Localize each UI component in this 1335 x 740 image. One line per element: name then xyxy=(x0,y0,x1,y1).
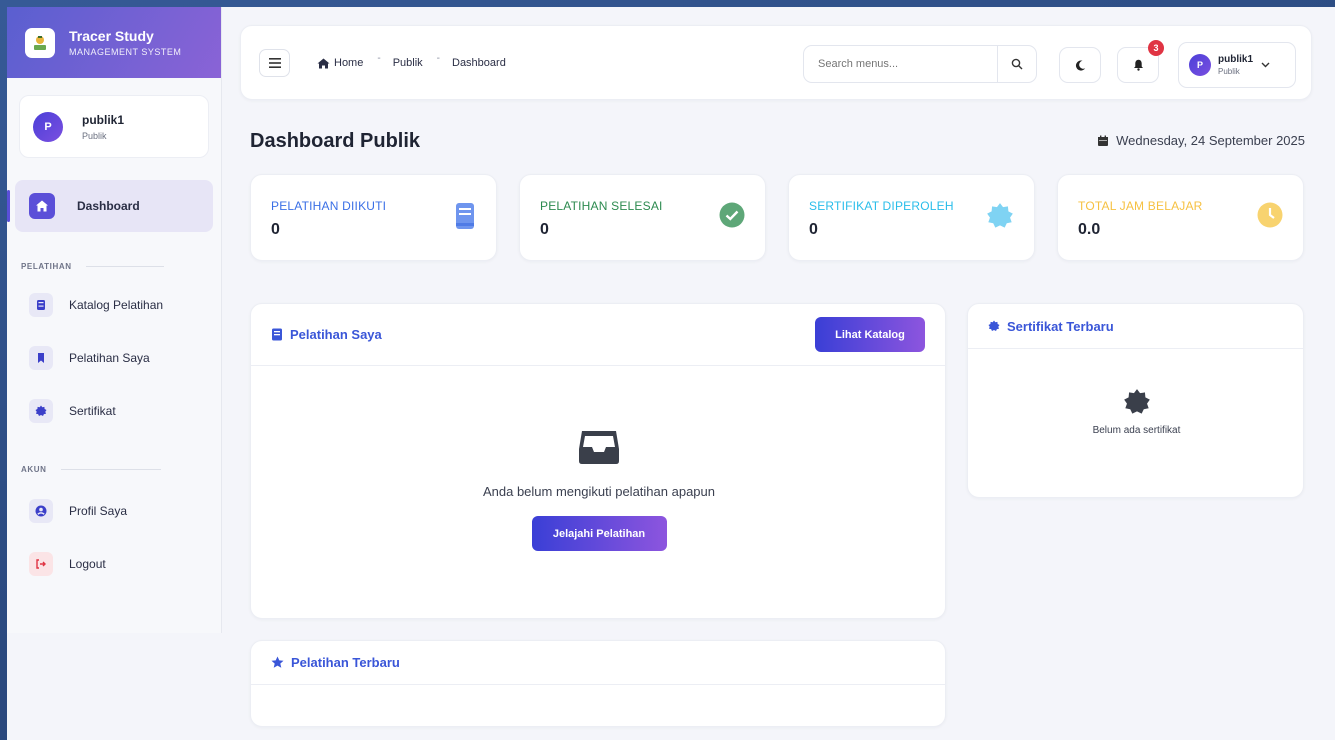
brand-header[interactable]: Tracer Study MANAGEMENT SYSTEM xyxy=(7,7,221,78)
profile-name: publik1 xyxy=(1218,54,1254,65)
certificate-icon xyxy=(1123,389,1150,414)
stat-card-sertifikat-diperoleh: SERTIFIKAT DIPEROLEH 0 xyxy=(788,174,1035,261)
sidebar-item-label: Logout xyxy=(69,557,106,571)
inbox-icon xyxy=(579,431,619,464)
home-icon xyxy=(29,193,55,219)
sidebar-item-profil-saya[interactable]: Profil Saya xyxy=(29,497,209,525)
certificate-icon xyxy=(988,320,1000,331)
empty-state-text: Belum ada sertifikat xyxy=(1092,425,1181,436)
stat-card-total-jam-belajar: TOTAL JAM BELAJAR 0.0 xyxy=(1057,174,1304,261)
panel-title: Pelatihan Terbaru xyxy=(291,655,400,670)
bookmark-icon xyxy=(29,346,53,370)
page-title: Dashboard Publik xyxy=(250,130,421,152)
stat-label: SERTIFIKAT DIPEROLEH xyxy=(809,199,954,213)
certificate-icon xyxy=(29,399,53,423)
sidebar-item-label: Profil Saya xyxy=(69,504,128,518)
theme-toggle-button[interactable] xyxy=(1059,47,1101,83)
notification-badge: 3 xyxy=(1148,40,1164,56)
sidebar-user-card: P publik1 Publik xyxy=(19,95,209,158)
avatar: P xyxy=(1189,54,1211,76)
my-training-panel: Pelatihan Saya Lihat Katalog Anda belum … xyxy=(250,303,946,619)
explore-training-button[interactable]: Jelajahi Pelatihan xyxy=(531,516,667,551)
brand-logo xyxy=(25,27,55,58)
sidebar-item-logout[interactable]: Logout xyxy=(29,550,209,578)
certificate-icon xyxy=(987,203,1013,228)
user-circle-icon xyxy=(29,499,53,523)
logout-icon xyxy=(29,552,53,576)
user-role: Publik xyxy=(82,130,107,141)
stat-value: 0 xyxy=(271,221,280,238)
current-date: Wednesday, 24 September 2025 xyxy=(1097,133,1305,148)
sidebar-item-label: Dashboard xyxy=(77,199,140,213)
book-icon xyxy=(272,328,282,341)
brand-subtitle: MANAGEMENT SYSTEM xyxy=(69,47,182,57)
sidebar: Tracer Study MANAGEMENT SYSTEM P publik1… xyxy=(7,7,222,633)
stat-value: 0 xyxy=(540,221,549,238)
sidebar-item-dashboard[interactable]: Dashboard xyxy=(7,180,213,232)
book-icon xyxy=(29,293,53,317)
search-button[interactable] xyxy=(998,58,1036,70)
latest-training-panel: Pelatihan Terbaru xyxy=(250,640,946,727)
empty-state-text: Anda belum mengikuti pelatihan apapun xyxy=(482,484,715,499)
notifications-button[interactable]: 3 xyxy=(1117,40,1164,83)
empty-state: Belum ada sertifikat xyxy=(968,388,1305,436)
chevron-down-icon xyxy=(1261,62,1270,68)
panel-title: Sertifikat Terbaru xyxy=(1007,318,1114,334)
view-catalog-button[interactable]: Lihat Katalog xyxy=(815,317,925,352)
home-icon xyxy=(317,58,330,68)
breadcrumb-home[interactable]: Home xyxy=(334,57,363,69)
top-bar: Home - Publik - Dashboard 3 P publik1 Pu… xyxy=(240,25,1312,100)
latest-certificates-panel: Sertifikat Terbaru Belum ada sertifikat xyxy=(967,303,1304,498)
panel-header: Pelatihan Saya Lihat Katalog xyxy=(251,304,945,366)
sidebar-item-sertifikat[interactable]: Sertifikat xyxy=(29,397,209,425)
search-box xyxy=(803,45,1037,83)
hamburger-icon xyxy=(268,58,281,68)
stat-label: PELATIHAN DIIKUTI xyxy=(271,199,387,213)
breadcrumb-dashboard: Dashboard xyxy=(452,57,506,69)
breadcrumb: Home - Publik - Dashboard xyxy=(317,53,506,69)
sidebar-item-label: Katalog Pelatihan xyxy=(69,298,164,312)
app-window: Tracer Study MANAGEMENT SYSTEM P publik1… xyxy=(7,7,1335,740)
stat-label: PELATIHAN SELESAI xyxy=(540,199,663,213)
sidebar-item-pelatihan-saya[interactable]: Pelatihan Saya xyxy=(29,344,209,372)
section-label-akun: AKUN xyxy=(21,465,161,474)
search-input[interactable] xyxy=(804,58,998,70)
stat-card-pelatihan-selesai: PELATIHAN SELESAI 0 xyxy=(519,174,766,261)
moon-icon xyxy=(1075,60,1085,71)
brand-title: Tracer Study xyxy=(69,28,154,44)
bell-icon xyxy=(1133,59,1143,71)
check-circle-icon xyxy=(719,202,745,228)
book-icon xyxy=(456,203,474,229)
sidebar-item-label: Sertifikat xyxy=(69,404,116,418)
menu-toggle-button[interactable] xyxy=(259,49,290,77)
stat-value: 0 xyxy=(809,221,818,238)
empty-state: Anda belum mengikuti pelatihan apapun Je… xyxy=(251,429,947,551)
breadcrumb-publik[interactable]: Publik xyxy=(393,57,423,69)
profile-role: Publik xyxy=(1218,67,1240,76)
sidebar-item-katalog-pelatihan[interactable]: Katalog Pelatihan xyxy=(29,291,209,319)
star-icon xyxy=(271,656,284,668)
stat-card-pelatihan-diikuti: PELATIHAN DIIKUTI 0 xyxy=(250,174,497,261)
search-icon xyxy=(1011,58,1023,70)
clock-icon xyxy=(1257,202,1283,228)
calendar-icon xyxy=(1098,135,1109,146)
sidebar-item-label: Pelatihan Saya xyxy=(69,351,150,365)
avatar: P xyxy=(33,111,63,142)
stat-label: TOTAL JAM BELAJAR xyxy=(1078,199,1203,213)
profile-menu-button[interactable]: P publik1 Publik xyxy=(1178,42,1296,88)
section-label-pelatihan: PELATIHAN xyxy=(21,262,164,271)
panel-title: Pelatihan Saya xyxy=(290,327,382,342)
stat-value: 0.0 xyxy=(1078,221,1101,238)
panel-header: Sertifikat Terbaru xyxy=(968,304,1303,349)
user-name: publik1 xyxy=(82,112,125,127)
panel-header: Pelatihan Terbaru xyxy=(251,641,945,685)
